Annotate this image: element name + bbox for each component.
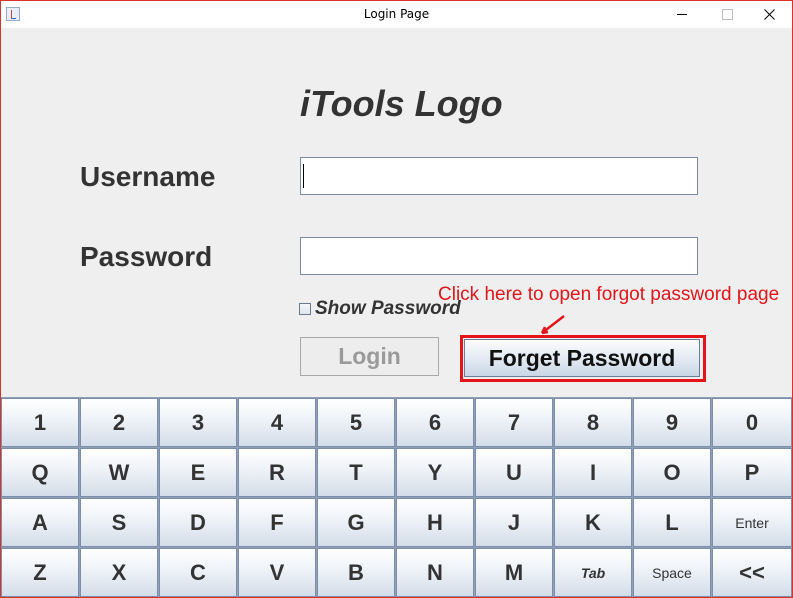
app-logo: iTools Logo	[300, 83, 503, 124]
key-t[interactable]: T	[317, 448, 395, 497]
minimize-button[interactable]	[659, 1, 705, 28]
key-6[interactable]: 6	[396, 398, 474, 447]
key-y[interactable]: Y	[396, 448, 474, 497]
login-window: Login Page iTools Logo Username Password…	[0, 0, 793, 598]
minimize-icon	[677, 14, 687, 15]
username-input[interactable]	[300, 157, 698, 195]
key-9[interactable]: 9	[633, 398, 711, 447]
key-e[interactable]: E	[159, 448, 237, 497]
key-j[interactable]: J	[475, 498, 553, 547]
key-o[interactable]: O	[633, 448, 711, 497]
key-space[interactable]: Space	[633, 548, 711, 597]
password-input[interactable]	[300, 237, 698, 275]
key-3[interactable]: 3	[159, 398, 237, 447]
key-4[interactable]: 4	[238, 398, 316, 447]
forgot-password-button[interactable]: Forget Password	[464, 339, 700, 377]
key-u[interactable]: U	[475, 448, 553, 497]
maximize-icon	[721, 9, 733, 20]
key-2[interactable]: 2	[80, 398, 158, 447]
key-backspace[interactable]: <<	[712, 548, 792, 597]
key-g[interactable]: G	[317, 498, 395, 547]
key-q[interactable]: Q	[1, 448, 79, 497]
key-8[interactable]: 8	[554, 398, 632, 447]
key-f[interactable]: F	[238, 498, 316, 547]
username-label: Username	[80, 161, 216, 192]
key-7[interactable]: 7	[475, 398, 553, 447]
text-caret	[303, 164, 304, 188]
key-i[interactable]: I	[554, 448, 632, 497]
key-enter[interactable]: Enter	[712, 498, 792, 547]
key-b[interactable]: B	[317, 548, 395, 597]
key-m[interactable]: M	[475, 548, 553, 597]
show-password-checkbox[interactable]	[299, 303, 311, 315]
key-h[interactable]: H	[396, 498, 474, 547]
maximize-button[interactable]	[704, 1, 750, 28]
key-tab[interactable]: Tab	[554, 548, 632, 597]
annotation-text: Click here to open forgot password page	[438, 284, 780, 305]
key-w[interactable]: W	[80, 448, 158, 497]
title-bar[interactable]: Login Page	[1, 1, 792, 28]
key-s[interactable]: S	[80, 498, 158, 547]
password-label: Password	[80, 241, 213, 272]
login-button[interactable]: Login	[300, 337, 439, 376]
close-button[interactable]	[746, 1, 792, 28]
key-k[interactable]: K	[554, 498, 632, 547]
key-r[interactable]: R	[238, 448, 316, 497]
key-p[interactable]: P	[712, 448, 792, 497]
key-l[interactable]: L	[633, 498, 711, 547]
key-a[interactable]: A	[1, 498, 79, 547]
key-n[interactable]: N	[396, 548, 474, 597]
annotation-arrow-icon	[540, 315, 565, 335]
close-icon	[763, 9, 775, 20]
key-d[interactable]: D	[159, 498, 237, 547]
key-v[interactable]: V	[238, 548, 316, 597]
key-0[interactable]: 0	[712, 398, 792, 447]
show-password-toggle[interactable]: Show Password	[299, 298, 461, 320]
key-1[interactable]: 1	[1, 398, 79, 447]
key-c[interactable]: C	[159, 548, 237, 597]
key-x[interactable]: X	[80, 548, 158, 597]
key-z[interactable]: Z	[1, 548, 79, 597]
key-5[interactable]: 5	[317, 398, 395, 447]
on-screen-keyboard: 1 2 3 4 5 6 7 8 9 0 Q W E R T Y U I O P A S D F G H J K L Enter Z X C V B N…	[1, 397, 792, 597]
